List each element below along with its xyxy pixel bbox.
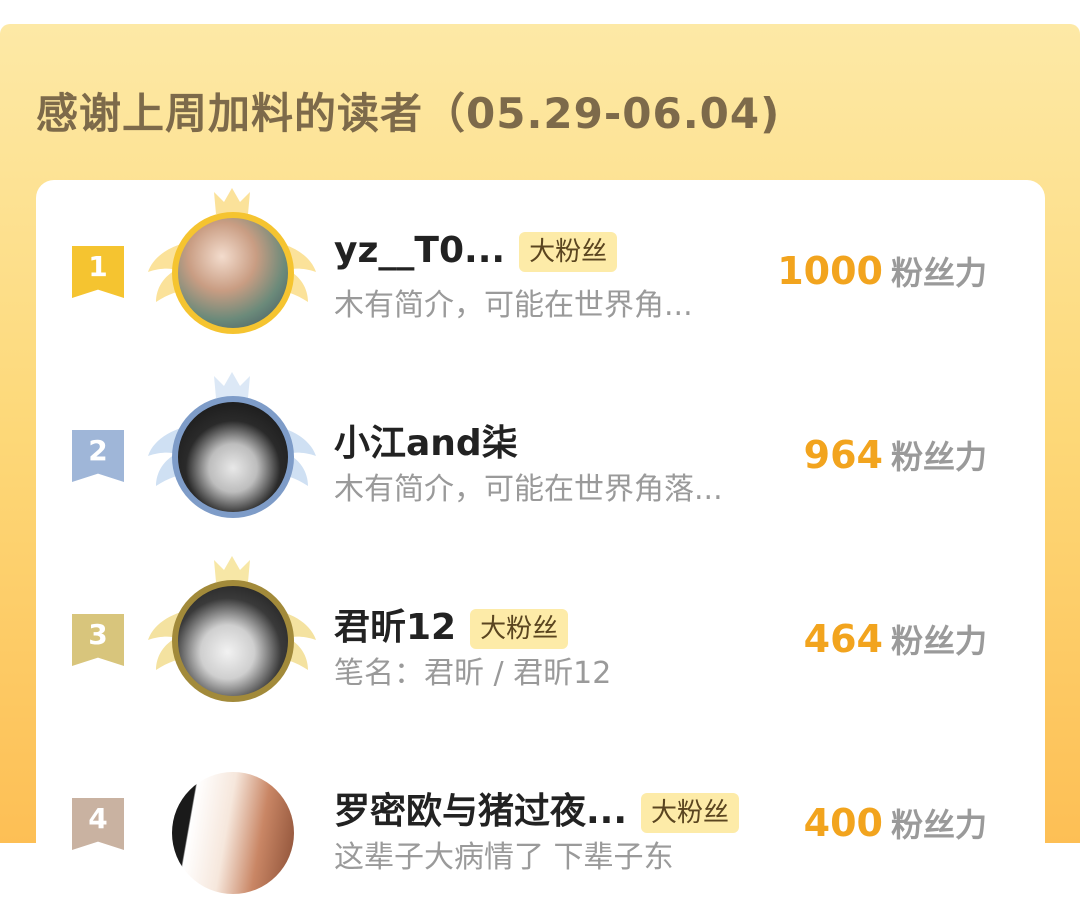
reader-name[interactable]: yz__T0... 大粉丝	[334, 230, 618, 272]
reader-name-text: 罗密欧与猪过夜...	[334, 791, 628, 832]
rank-2-ribbon-icon: 2	[72, 430, 124, 482]
fan-power-unit: 粉丝力	[890, 806, 987, 844]
reader-name-text: 小江and柒	[334, 423, 518, 464]
page-title: 感谢上周加料的读者（05.29-06.04)	[36, 89, 781, 138]
avatar[interactable]	[172, 212, 294, 334]
reader-bio: 木有简介，可能在世界角...	[334, 288, 693, 323]
reader-name[interactable]: 罗密欧与猪过夜... 大粉丝	[334, 782, 740, 834]
avatar[interactable]	[172, 580, 294, 702]
avatar-frame	[142, 548, 322, 728]
fan-power: 400 粉丝力	[804, 800, 987, 846]
reader-name[interactable]: 小江and柒	[334, 414, 518, 466]
fan-power: 464 粉丝力	[804, 616, 987, 662]
rank-3-ribbon-icon: 3	[72, 614, 124, 666]
big-fan-badge: 大粉丝	[641, 793, 740, 833]
reader-name-text: yz__T0...	[334, 230, 506, 271]
avatar-frame	[142, 364, 322, 544]
big-fan-badge: 大粉丝	[470, 609, 569, 649]
fan-power-value: 464	[803, 617, 883, 661]
fan-power-value: 400	[803, 801, 883, 845]
reader-bio: 笔名：君昕 / 君昕12	[334, 656, 612, 691]
reader-list: 1 yz__T0... 大粉丝 木有简介，可能在世界角... 1000 粉丝力 2	[36, 180, 1045, 894]
list-item[interactable]: 3 君昕12 大粉丝 笔名：君昕 / 君昕12 464 粉丝力	[36, 548, 1045, 728]
fan-power-value: 1000	[777, 249, 883, 293]
big-fan-badge: 大粉丝	[519, 232, 618, 272]
list-item[interactable]: 4 罗密欧与猪过夜... 大粉丝 这辈子大病情了 下辈子东 400 粉丝力	[36, 732, 1045, 912]
reader-name[interactable]: 君昕12 大粉丝	[334, 598, 569, 650]
avatar[interactable]	[172, 772, 294, 894]
rank-1-ribbon-icon: 1	[72, 246, 124, 298]
avatar-frame	[142, 732, 322, 912]
reader-name-text: 君昕12	[334, 607, 457, 648]
list-item[interactable]: 1 yz__T0... 大粉丝 木有简介，可能在世界角... 1000 粉丝力	[36, 180, 1045, 360]
avatar-frame	[142, 180, 322, 360]
avatar[interactable]	[172, 396, 294, 518]
fan-power-unit: 粉丝力	[890, 438, 987, 476]
rank-4-ribbon-icon: 4	[72, 798, 124, 850]
reader-bio: 这辈子大病情了 下辈子东	[334, 840, 674, 875]
fan-power-unit: 粉丝力	[890, 254, 987, 292]
fan-power-value: 964	[803, 433, 883, 477]
reader-bio: 木有简介，可能在世界角落...	[334, 472, 723, 507]
fan-power: 964 粉丝力	[804, 432, 987, 478]
fan-power-unit: 粉丝力	[890, 622, 987, 660]
fan-power: 1000 粉丝力	[777, 248, 987, 294]
list-item[interactable]: 2 小江and柒 木有简介，可能在世界角落... 964 粉丝力	[36, 364, 1045, 544]
